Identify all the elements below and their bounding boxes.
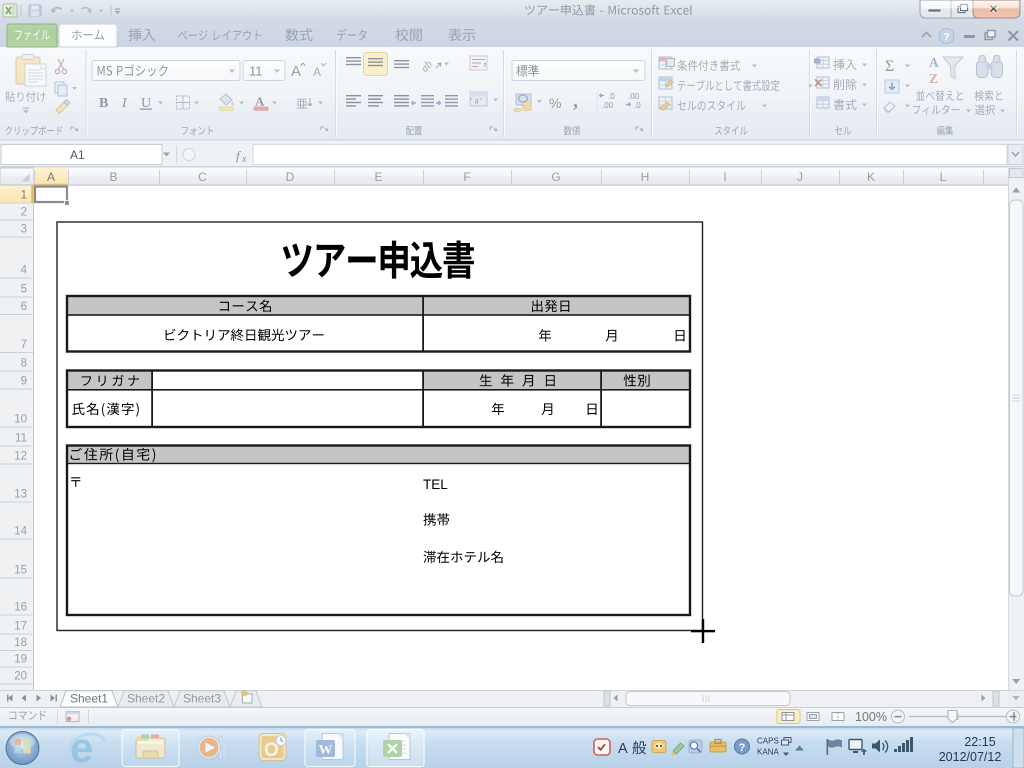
svg-text:A: A	[291, 63, 301, 80]
svg-text:Σ: Σ	[885, 58, 894, 75]
svg-text:13: 13	[14, 489, 27, 501]
svg-text:KANA: KANA	[757, 748, 779, 757]
svg-text:15: 15	[14, 565, 27, 577]
svg-text:?: ?	[943, 31, 949, 43]
svg-text:1: 1	[21, 190, 27, 202]
svg-text:8: 8	[21, 358, 27, 370]
svg-text:7: 7	[21, 339, 27, 351]
svg-text:Sheet3: Sheet3	[183, 692, 221, 706]
svg-text:9: 9	[21, 376, 27, 388]
svg-text:Z: Z	[929, 71, 938, 86]
svg-text:C: C	[198, 170, 207, 184]
svg-text:G: G	[551, 170, 560, 184]
svg-text:A: A	[618, 741, 628, 757]
svg-text:F: F	[463, 170, 470, 184]
svg-text:J: J	[797, 170, 803, 184]
svg-text:A: A	[929, 55, 939, 70]
svg-text:100%: 100%	[855, 710, 887, 724]
svg-text:16: 16	[14, 602, 27, 614]
svg-text:11: 11	[15, 433, 27, 445]
svg-text:14: 14	[14, 526, 27, 538]
svg-text:%: %	[549, 95, 561, 111]
svg-text:A: A	[313, 65, 321, 79]
svg-text:.0: .0	[634, 101, 641, 110]
svg-text:2012/07/12: 2012/07/12	[939, 750, 1002, 764]
svg-text:E: E	[374, 170, 382, 184]
svg-text:a: a	[475, 96, 479, 106]
svg-text:6: 6	[21, 301, 27, 313]
svg-text:17: 17	[14, 621, 27, 633]
svg-text:18: 18	[14, 637, 27, 649]
svg-text:A: A	[47, 170, 55, 184]
svg-text:Sheet1: Sheet1	[70, 692, 108, 706]
svg-text:L: L	[940, 170, 947, 184]
svg-text:3: 3	[21, 224, 27, 236]
svg-text:CAPS: CAPS	[757, 737, 779, 746]
svg-text:D: D	[286, 170, 295, 184]
svg-text:20: 20	[14, 671, 27, 683]
svg-text:I: I	[723, 170, 726, 184]
svg-text:B: B	[99, 96, 108, 111]
svg-text:?: ?	[739, 742, 746, 754]
svg-text:e: e	[70, 724, 93, 768]
svg-text:x: x	[241, 154, 247, 165]
svg-text:,: ,	[573, 90, 578, 112]
svg-text:22:15: 22:15	[964, 735, 995, 749]
svg-text:W: W	[319, 743, 333, 758]
svg-text:19: 19	[14, 654, 27, 666]
svg-text:2: 2	[21, 207, 27, 219]
svg-text:TEL: TEL	[423, 477, 448, 492]
svg-text:11: 11	[249, 64, 263, 79]
svg-text:Sheet2: Sheet2	[127, 692, 165, 706]
svg-text:.0: .0	[608, 92, 615, 101]
svg-text:4: 4	[21, 265, 28, 277]
svg-text:12: 12	[14, 451, 27, 463]
svg-text:.00: .00	[628, 92, 640, 101]
svg-text:B: B	[109, 170, 117, 184]
svg-text:A1: A1	[70, 148, 85, 162]
svg-text:10: 10	[14, 414, 27, 426]
svg-text:.00: .00	[602, 101, 614, 110]
svg-text:K: K	[867, 170, 875, 184]
svg-text:5: 5	[21, 284, 27, 296]
svg-text:H: H	[641, 170, 650, 184]
